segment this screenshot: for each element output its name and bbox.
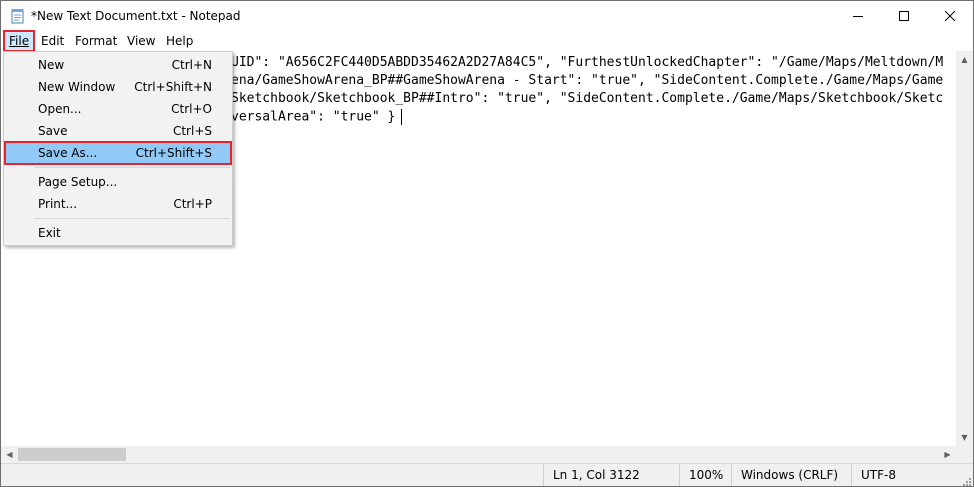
- file-menu-save-as[interactable]: Save As... Ctrl+Shift+S: [4, 141, 232, 165]
- file-menu-exit[interactable]: Exit: [5, 222, 231, 244]
- notepad-icon: [11, 8, 25, 24]
- menu-bar: File Edit Format View Help: [1, 30, 973, 52]
- file-menu-save[interactable]: Save Ctrl+S: [5, 120, 231, 142]
- status-position: Ln 1, Col 3122: [543, 464, 640, 486]
- scroll-left-arrow-icon[interactable]: ◀: [1, 446, 18, 463]
- status-zoom: 100%: [679, 464, 723, 486]
- maximize-button[interactable]: [881, 1, 927, 31]
- horizontal-scroll-thumb[interactable]: [18, 448, 126, 461]
- status-encoding: UTF-8: [851, 464, 896, 486]
- status-bar: Ln 1, Col 3122 100% Windows (CRLF) UTF-8: [1, 463, 973, 486]
- menu-edit[interactable]: Edit: [36, 31, 69, 51]
- menu-file[interactable]: File: [2, 30, 36, 52]
- file-menu-page-setup[interactable]: Page Setup...: [5, 171, 231, 193]
- resize-grip-icon[interactable]: [961, 475, 971, 486]
- notepad-window: *New Text Document.txt - Notepad File Ed…: [0, 0, 974, 487]
- close-button[interactable]: [927, 1, 973, 31]
- scroll-right-arrow-icon[interactable]: ▶: [939, 446, 956, 463]
- menu-separator: [34, 167, 230, 168]
- close-icon: [945, 11, 955, 21]
- file-menu-new[interactable]: New Ctrl+N: [5, 54, 231, 76]
- editor-line-1: UID": "A656C2FC440D5ABDD35462A2D27A84C5"…: [231, 55, 944, 70]
- scroll-corner: [956, 446, 973, 463]
- scroll-down-arrow-icon[interactable]: ▼: [956, 429, 973, 446]
- file-menu-new-window[interactable]: New Window Ctrl+Shift+N: [5, 76, 231, 98]
- title-bar[interactable]: *New Text Document.txt - Notepad: [1, 1, 973, 31]
- window-title: *New Text Document.txt - Notepad: [31, 9, 241, 23]
- editor-line-2: ena/GameShowArena_BP##GameShowArena - St…: [231, 73, 944, 88]
- vertical-scrollbar[interactable]: ▲ ▼: [956, 51, 973, 446]
- menu-separator: [34, 218, 230, 219]
- editor-line-4: versalArea": "true" }: [231, 109, 403, 125]
- scroll-up-arrow-icon[interactable]: ▲: [956, 51, 973, 68]
- text-caret: [401, 109, 403, 125]
- minimize-icon: [853, 11, 863, 21]
- menu-help[interactable]: Help: [161, 31, 198, 51]
- file-menu-dropdown: New Ctrl+N New Window Ctrl+Shift+N Open...…: [3, 51, 233, 246]
- horizontal-scrollbar[interactable]: ◀ ▶: [1, 446, 956, 463]
- menu-view[interactable]: View: [122, 31, 160, 51]
- maximize-icon: [899, 11, 909, 21]
- file-menu-open[interactable]: Open... Ctrl+O: [5, 98, 231, 120]
- menu-format[interactable]: Format: [70, 31, 122, 51]
- minimize-button[interactable]: [835, 1, 881, 31]
- file-menu-print[interactable]: Print... Ctrl+P: [5, 193, 231, 215]
- editor-line-3: Sketchbook/Sketchbook_BP##Intro": "true"…: [231, 91, 944, 106]
- status-line-endings: Windows (CRLF): [731, 464, 838, 486]
